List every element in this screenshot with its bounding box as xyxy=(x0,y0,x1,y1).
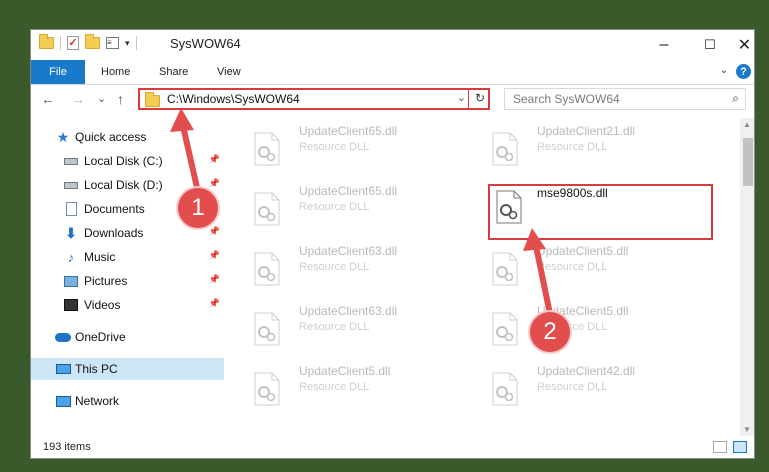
annotation-arrows xyxy=(170,108,553,315)
step-badge-1: 1 xyxy=(178,188,218,228)
step-badge-2: 2 xyxy=(530,312,570,352)
arrowhead-1 xyxy=(170,108,194,132)
arrowhead-2 xyxy=(523,228,546,251)
arrow-to-file xyxy=(533,245,553,315)
arrow-to-address-bar xyxy=(180,125,201,193)
